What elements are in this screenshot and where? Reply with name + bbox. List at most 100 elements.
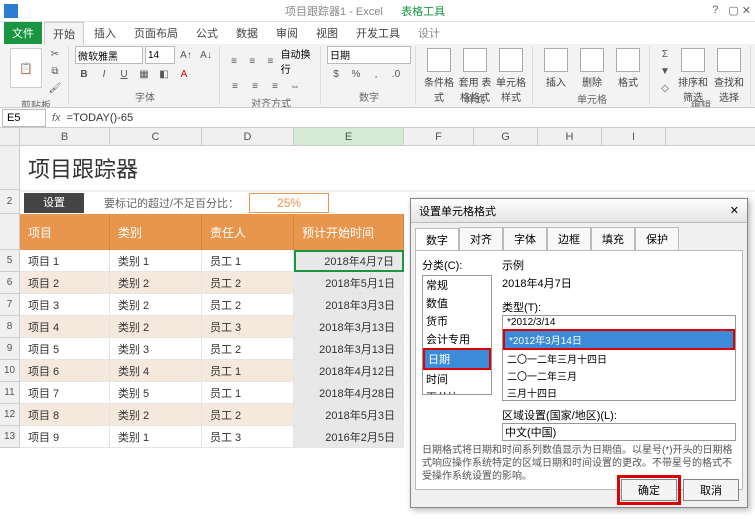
locale-select[interactable]: 中文(中国) — [502, 423, 736, 441]
cell-category[interactable]: 类别 2 — [110, 404, 202, 426]
currency-icon[interactable]: $ — [327, 66, 345, 82]
cancel-button[interactable]: 取消 — [683, 479, 739, 501]
type-item[interactable]: 二〇一二年三月十四日 — [503, 350, 735, 367]
rowhead-2[interactable]: 2 — [0, 190, 20, 214]
category-item[interactable]: 百分比 — [423, 388, 491, 395]
cell-project[interactable]: 项目 4 — [20, 316, 110, 338]
tab-formulas[interactable]: 公式 — [188, 22, 226, 44]
shrink-font-icon[interactable]: A↓ — [197, 47, 215, 63]
cell-owner[interactable]: 员工 2 — [202, 404, 294, 426]
cell-project[interactable]: 项目 7 — [20, 382, 110, 404]
cell-category[interactable]: 类别 5 — [110, 382, 202, 404]
align-mid-icon[interactable]: ≡ — [244, 53, 260, 69]
cell-date[interactable]: 2018年3月13日 — [294, 338, 404, 360]
find-button[interactable]: 查找和选择 — [712, 46, 746, 90]
category-item[interactable]: 常规 — [423, 276, 491, 294]
rowhead[interactable]: 9 — [0, 338, 20, 360]
comma-icon[interactable]: , — [367, 66, 385, 82]
cell-owner[interactable]: 员工 1 — [202, 250, 294, 272]
tab-design[interactable]: 设计 — [410, 22, 448, 44]
align-bot-icon[interactable]: ≡ — [262, 53, 278, 69]
tab-review[interactable]: 审阅 — [268, 22, 306, 44]
cell-category[interactable]: 类别 1 — [110, 250, 202, 272]
tab-layout[interactable]: 页面布局 — [126, 22, 186, 44]
dialog-tab[interactable]: 字体 — [503, 227, 547, 250]
align-top-icon[interactable]: ≡ — [226, 53, 242, 69]
align-right-icon[interactable]: ≡ — [266, 78, 284, 94]
category-item[interactable]: 时间 — [423, 370, 491, 388]
brush-icon[interactable]: 🖌 — [46, 80, 64, 96]
cell-project[interactable]: 项目 9 — [20, 426, 110, 448]
cell-owner[interactable]: 员工 1 — [202, 360, 294, 382]
rowhead[interactable]: 13 — [0, 426, 20, 448]
wrap-button[interactable]: 自动换行 — [281, 46, 316, 76]
cell-owner[interactable]: 员工 1 — [202, 382, 294, 404]
rowhead[interactable]: 8 — [0, 316, 20, 338]
col-B[interactable]: B — [20, 128, 110, 145]
cell-category[interactable]: 类别 1 — [110, 426, 202, 448]
cell-category[interactable]: 类别 2 — [110, 294, 202, 316]
cell-style-button[interactable]: 单元格样式 — [494, 46, 528, 90]
pct-value[interactable]: 25% — [249, 193, 329, 213]
col-C[interactable]: C — [110, 128, 202, 145]
category-item[interactable]: 会计专用 — [423, 330, 491, 348]
col-E1[interactable]: E — [294, 128, 404, 145]
sort-button[interactable]: 排序和筛选 — [676, 46, 710, 90]
tab-home[interactable]: 开始 — [44, 22, 84, 45]
cell-category[interactable]: 类别 2 — [110, 272, 202, 294]
font-select[interactable] — [75, 46, 143, 64]
format-button[interactable]: 格式 — [611, 46, 645, 90]
tab-data[interactable]: 数据 — [228, 22, 266, 44]
cell-date[interactable]: 2018年4月7日 — [294, 250, 404, 272]
copy-icon[interactable]: ⧉ — [46, 63, 64, 79]
underline-button[interactable]: U — [115, 66, 133, 82]
cell-owner[interactable]: 员工 2 — [202, 294, 294, 316]
type-item[interactable]: *2012年3月14日 — [503, 329, 735, 350]
rowhead[interactable]: 10 — [0, 360, 20, 382]
cut-icon[interactable]: ✂ — [46, 46, 64, 62]
cell-owner[interactable]: 员工 2 — [202, 272, 294, 294]
paste-button[interactable]: 📋 — [10, 48, 42, 88]
rowhead-4[interactable] — [0, 214, 20, 250]
rowhead[interactable]: 6 — [0, 272, 20, 294]
table-format-button[interactable]: 套用 表格格式 — [458, 46, 492, 90]
cell-date[interactable]: 2018年4月28日 — [294, 382, 404, 404]
cell-date[interactable]: 2018年4月12日 — [294, 360, 404, 382]
inc-dec-icon[interactable]: .0 — [387, 66, 405, 82]
cell-owner[interactable]: 员工 3 — [202, 426, 294, 448]
category-item[interactable]: 货币 — [423, 312, 491, 330]
rowhead[interactable]: 11 — [0, 382, 20, 404]
grow-font-icon[interactable]: A↑ — [177, 47, 195, 63]
dialog-tab[interactable]: 对齐 — [459, 227, 503, 250]
settings-button[interactable]: 设置 — [24, 193, 84, 213]
tab-insert[interactable]: 插入 — [86, 22, 124, 44]
category-item[interactable]: 日期 — [423, 348, 491, 370]
col-F[interactable]: F — [404, 128, 474, 145]
dialog-tab[interactable]: 保护 — [635, 227, 679, 250]
rowhead[interactable]: 7 — [0, 294, 20, 316]
italic-button[interactable]: I — [95, 66, 113, 82]
th-date[interactable]: 预计开始时间 — [294, 214, 404, 250]
category-item[interactable]: 数值 — [423, 294, 491, 312]
th-project[interactable]: 项目 — [20, 214, 110, 250]
percent-icon[interactable]: % — [347, 66, 365, 82]
fill-color-button[interactable]: ◧ — [155, 66, 173, 82]
cell-category[interactable]: 类别 4 — [110, 360, 202, 382]
dialog-tab[interactable]: 填充 — [591, 227, 635, 250]
merge-button[interactable]: ⇔ — [286, 78, 304, 94]
dialog-tab[interactable]: 数字 — [415, 228, 459, 251]
align-center-icon[interactable]: ≡ — [246, 78, 264, 94]
number-format-select[interactable]: 日期 — [327, 46, 411, 64]
font-color-button[interactable]: A — [175, 66, 193, 82]
type-item[interactable]: *2012/3/14 — [503, 316, 735, 329]
tab-dev[interactable]: 开发工具 — [348, 22, 408, 44]
cell-project[interactable]: 项目 5 — [20, 338, 110, 360]
type-item[interactable]: 二〇一二年三月 — [503, 367, 735, 384]
cell-category[interactable]: 类别 2 — [110, 316, 202, 338]
cell-date[interactable]: 2018年5月3日 — [294, 404, 404, 426]
cell-date[interactable]: 2018年3月3日 — [294, 294, 404, 316]
type-list[interactable]: *2012/3/14*2012年3月14日二〇一二年三月十四日二〇一二年三月三月… — [502, 315, 736, 401]
insert-button[interactable]: 插入 — [539, 46, 573, 90]
cell-date[interactable]: 2016年2月5日 — [294, 426, 404, 448]
col-H[interactable]: H — [538, 128, 602, 145]
